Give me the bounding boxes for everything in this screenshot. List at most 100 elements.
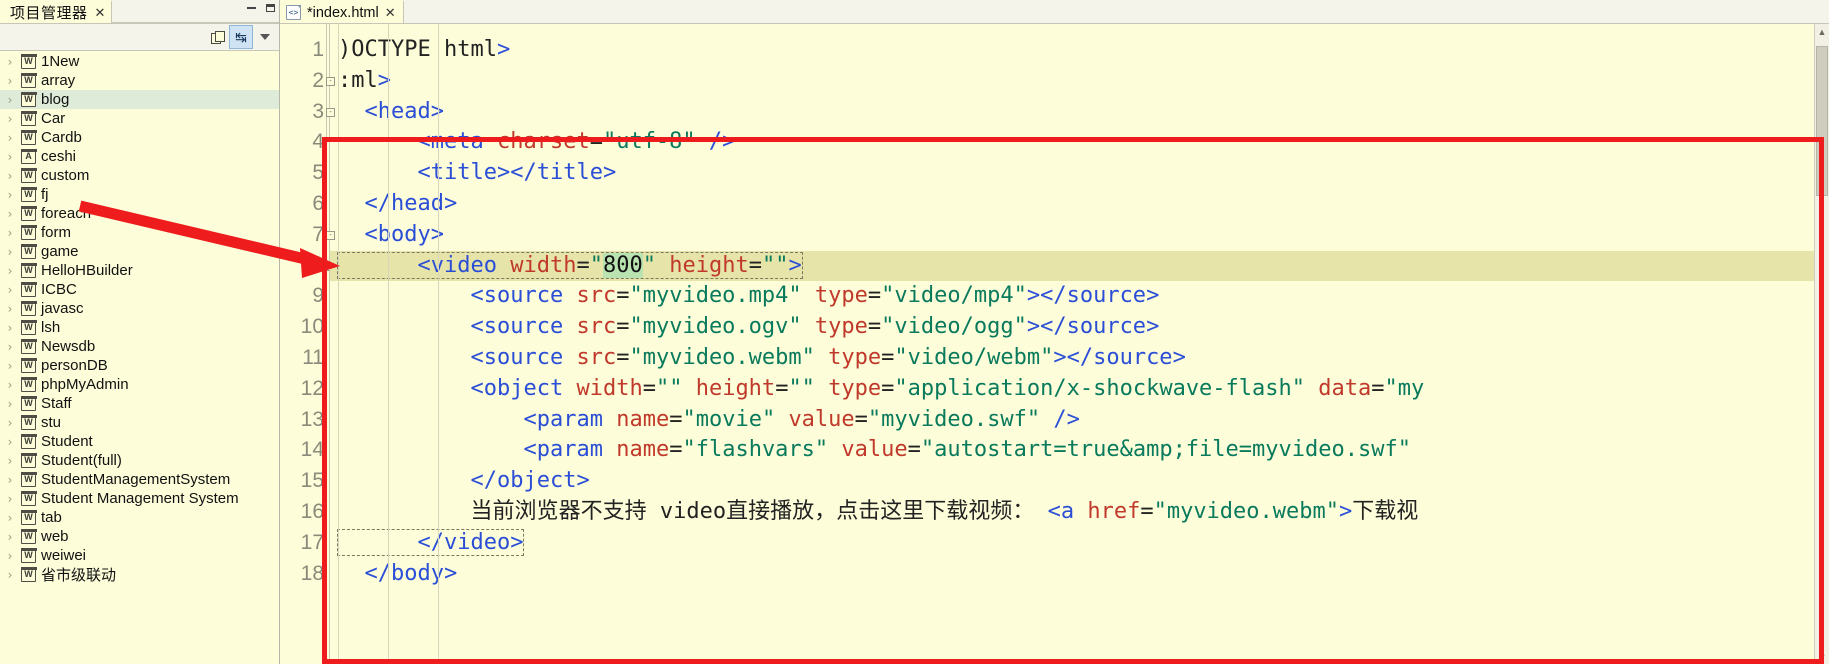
tree-item[interactable]: › W Student(full) [0, 451, 279, 470]
tree-item[interactable]: › Wgame [0, 242, 279, 261]
tree-item-label: weiwei [41, 547, 87, 564]
code-line[interactable]: </body> [330, 559, 1829, 590]
tree-item[interactable]: › W Newsdb [0, 337, 279, 356]
tree-item[interactable]: › W Cardb [0, 128, 279, 147]
chevron-right-icon[interactable]: › [4, 512, 16, 524]
code-line[interactable]: <object width="" height="" type="applica… [330, 374, 1829, 405]
view-menu-button[interactable] [253, 25, 277, 49]
tree-item[interactable]: › Wjavasc [0, 299, 279, 318]
code-line[interactable]: <meta charset="utf-8" /> [330, 127, 1829, 158]
project-tree[interactable]: › W 1New › Warray › Wblog › W Car › W Cardb › Aceshi › W… [0, 51, 279, 664]
tab-index-html[interactable]: <> *index.html ✕ [280, 0, 404, 23]
code-line[interactable]: )OCTYPE html> [330, 35, 1829, 66]
scrollbar-thumb[interactable] [1816, 46, 1828, 196]
code-line[interactable]: 当前浏览器不支持 video直接播放，点击这里下载视频： <a href="my… [330, 497, 1829, 528]
tree-item[interactable]: › WphpMyAdmin [0, 375, 279, 394]
tree-item[interactable]: › W 省市级联动 [0, 565, 279, 584]
chevron-right-icon[interactable]: › [4, 75, 16, 87]
tree-item-label: ceshi [41, 148, 77, 165]
chevron-right-icon[interactable]: › [4, 227, 16, 239]
code-content[interactable]: )OCTYPE html>:ml> <head> <meta charset="… [330, 24, 1829, 664]
code-editor[interactable]: 1 2-3-4 5 6 7-8-9 10 11 12 13 14 15 16 17 18 )OCTYPE … [280, 24, 1829, 664]
chevron-right-icon[interactable]: › [4, 265, 16, 277]
tree-item[interactable]: › Wfj [0, 185, 279, 204]
tab-index-html-label: *index.html [307, 4, 379, 21]
code-line[interactable]: <title></title> [330, 158, 1829, 189]
maximize-icon[interactable] [264, 2, 277, 15]
chevron-right-icon[interactable]: › [4, 132, 16, 144]
scroll-down-icon[interactable]: ▼ [1815, 649, 1829, 664]
chevron-right-icon[interactable]: › [4, 284, 16, 296]
tree-item[interactable]: › W StudentManagementSystem [0, 470, 279, 489]
tree-item[interactable]: › W HelloHBuilder [0, 261, 279, 280]
editor-vertical-scrollbar[interactable]: ▲ ▼ [1814, 24, 1829, 664]
code-line[interactable]: <head> [330, 97, 1829, 128]
tree-item[interactable]: › Wforeach [0, 204, 279, 223]
tree-item[interactable]: › Wlsh [0, 318, 279, 337]
project-folder-icon: W [20, 130, 37, 145]
chevron-right-icon[interactable]: › [4, 569, 16, 581]
chevron-right-icon[interactable]: › [4, 531, 16, 543]
tree-item-label: StudentManagementSystem [41, 471, 231, 488]
code-line[interactable]: :ml> [330, 66, 1829, 97]
code-line[interactable]: <video width="800" height=""> [330, 250, 1829, 282]
tree-item[interactable]: › W Student [0, 432, 279, 451]
code-line[interactable]: <source src="myvideo.mp4" type="video/mp… [330, 281, 1829, 312]
chevron-right-icon[interactable]: › [4, 493, 16, 505]
tree-item[interactable]: › Wblog [0, 90, 279, 109]
chevron-right-icon[interactable]: › [4, 417, 16, 429]
tree-item[interactable]: › Wcustom [0, 166, 279, 185]
link-with-editor-button[interactable]: ↹ [229, 25, 253, 49]
minimize-icon[interactable] [245, 2, 258, 15]
scroll-up-icon[interactable]: ▲ [1815, 24, 1829, 39]
chevron-right-icon[interactable]: › [4, 94, 16, 106]
tree-item[interactable]: › Wweiwei [0, 546, 279, 565]
code-line[interactable]: <param name="flashvars" value="autostart… [330, 435, 1829, 466]
chevron-right-icon[interactable]: › [4, 341, 16, 353]
chevron-right-icon[interactable]: › [4, 170, 16, 182]
code-line-text: <source src="myvideo.ogv" type="video/og… [470, 314, 1160, 340]
chevron-right-icon[interactable]: › [4, 246, 16, 258]
tree-item[interactable]: › W Car [0, 109, 279, 128]
chevron-right-icon[interactable]: › [4, 455, 16, 467]
code-line[interactable]: </head> [330, 189, 1829, 220]
tree-item[interactable]: › WpersonDB [0, 356, 279, 375]
chevron-right-icon[interactable]: › [4, 550, 16, 562]
chevron-right-icon[interactable]: › [4, 474, 16, 486]
chevron-right-icon[interactable]: › [4, 360, 16, 372]
chevron-right-icon[interactable]: › [4, 208, 16, 220]
line-number: 18 [300, 561, 324, 585]
tree-item[interactable]: › Wform [0, 223, 279, 242]
tree-item[interactable]: › W 1New [0, 52, 279, 71]
chevron-right-icon[interactable]: › [4, 303, 16, 315]
chevron-right-icon[interactable]: › [4, 322, 16, 334]
code-line[interactable]: <body> [330, 220, 1829, 251]
chevron-right-icon[interactable]: › [4, 189, 16, 201]
code-line[interactable]: <param name="movie" value="myvideo.swf" … [330, 405, 1829, 436]
chevron-right-icon[interactable]: › [4, 379, 16, 391]
tree-item[interactable]: › W ICBC [0, 280, 279, 299]
close-icon[interactable]: ✕ [95, 6, 106, 20]
tree-item[interactable]: › Warray [0, 71, 279, 90]
tree-item[interactable]: › Wstu [0, 413, 279, 432]
tree-item[interactable]: › Wweb [0, 527, 279, 546]
code-line[interactable]: </video> [330, 528, 1829, 559]
tab-project-explorer[interactable]: 项目管理器 ✕ [0, 0, 113, 23]
tree-item[interactable]: › W Staff [0, 394, 279, 413]
chevron-right-icon[interactable]: › [4, 398, 16, 410]
chevron-right-icon[interactable]: › [4, 113, 16, 125]
code-line[interactable]: <source src="myvideo.ogv" type="video/og… [330, 312, 1829, 343]
line-number: 13 [300, 407, 324, 431]
chevron-right-icon[interactable]: › [4, 436, 16, 448]
tree-item-label: phpMyAdmin [41, 376, 129, 393]
collapse-all-button[interactable] [205, 25, 229, 49]
code-line[interactable]: <source src="myvideo.webm" type="video/w… [330, 343, 1829, 374]
tree-item-label: web [41, 528, 69, 545]
close-icon[interactable]: ✕ [385, 6, 396, 20]
tree-item[interactable]: › W Student Management System [0, 489, 279, 508]
code-line[interactable]: </object> [330, 466, 1829, 497]
chevron-right-icon[interactable]: › [4, 56, 16, 68]
tree-item[interactable]: › Aceshi [0, 147, 279, 166]
chevron-right-icon[interactable]: › [4, 151, 16, 163]
tree-item[interactable]: › Wtab [0, 508, 279, 527]
